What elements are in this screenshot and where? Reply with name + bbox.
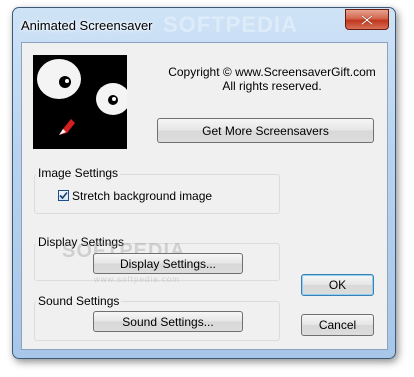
copyright-text: Copyright © www.ScreensaverGift.com All … — [162, 65, 382, 93]
checkmark-icon — [59, 191, 68, 200]
screensaver-logo-image — [33, 55, 130, 149]
rights-line: All rights reserved. — [222, 79, 322, 93]
window-title: Animated Screensaver — [21, 18, 153, 33]
close-icon — [361, 14, 373, 25]
sound-settings-label: Sound Settings — [36, 294, 122, 308]
stretch-background-checkbox[interactable] — [58, 190, 69, 201]
get-more-screensavers-button[interactable]: Get More Screensavers — [157, 118, 374, 143]
sound-settings-button[interactable]: Sound Settings... — [93, 311, 243, 332]
copyright-line: Copyright © www.ScreensaverGift.com — [168, 65, 376, 79]
softpedia-watermark-title: SOFTPEDIA — [163, 12, 298, 37]
image-settings-label: Image Settings — [36, 166, 121, 180]
dialog-window: Animated Screensaver SOFTPEDIA Copyright… — [12, 7, 396, 359]
close-button[interactable] — [345, 9, 389, 30]
display-settings-label: Display Settings — [36, 235, 127, 249]
title-bar[interactable]: Animated Screensaver SOFTPEDIA — [13, 8, 395, 42]
display-settings-button[interactable]: Display Settings... — [93, 253, 243, 274]
ok-button[interactable]: OK — [301, 274, 374, 296]
stretch-background-label[interactable]: Stretch background image — [72, 189, 212, 203]
dialog-client-area: Copyright © www.ScreensaverGift.com All … — [21, 42, 388, 350]
cancel-button[interactable]: Cancel — [301, 314, 374, 336]
